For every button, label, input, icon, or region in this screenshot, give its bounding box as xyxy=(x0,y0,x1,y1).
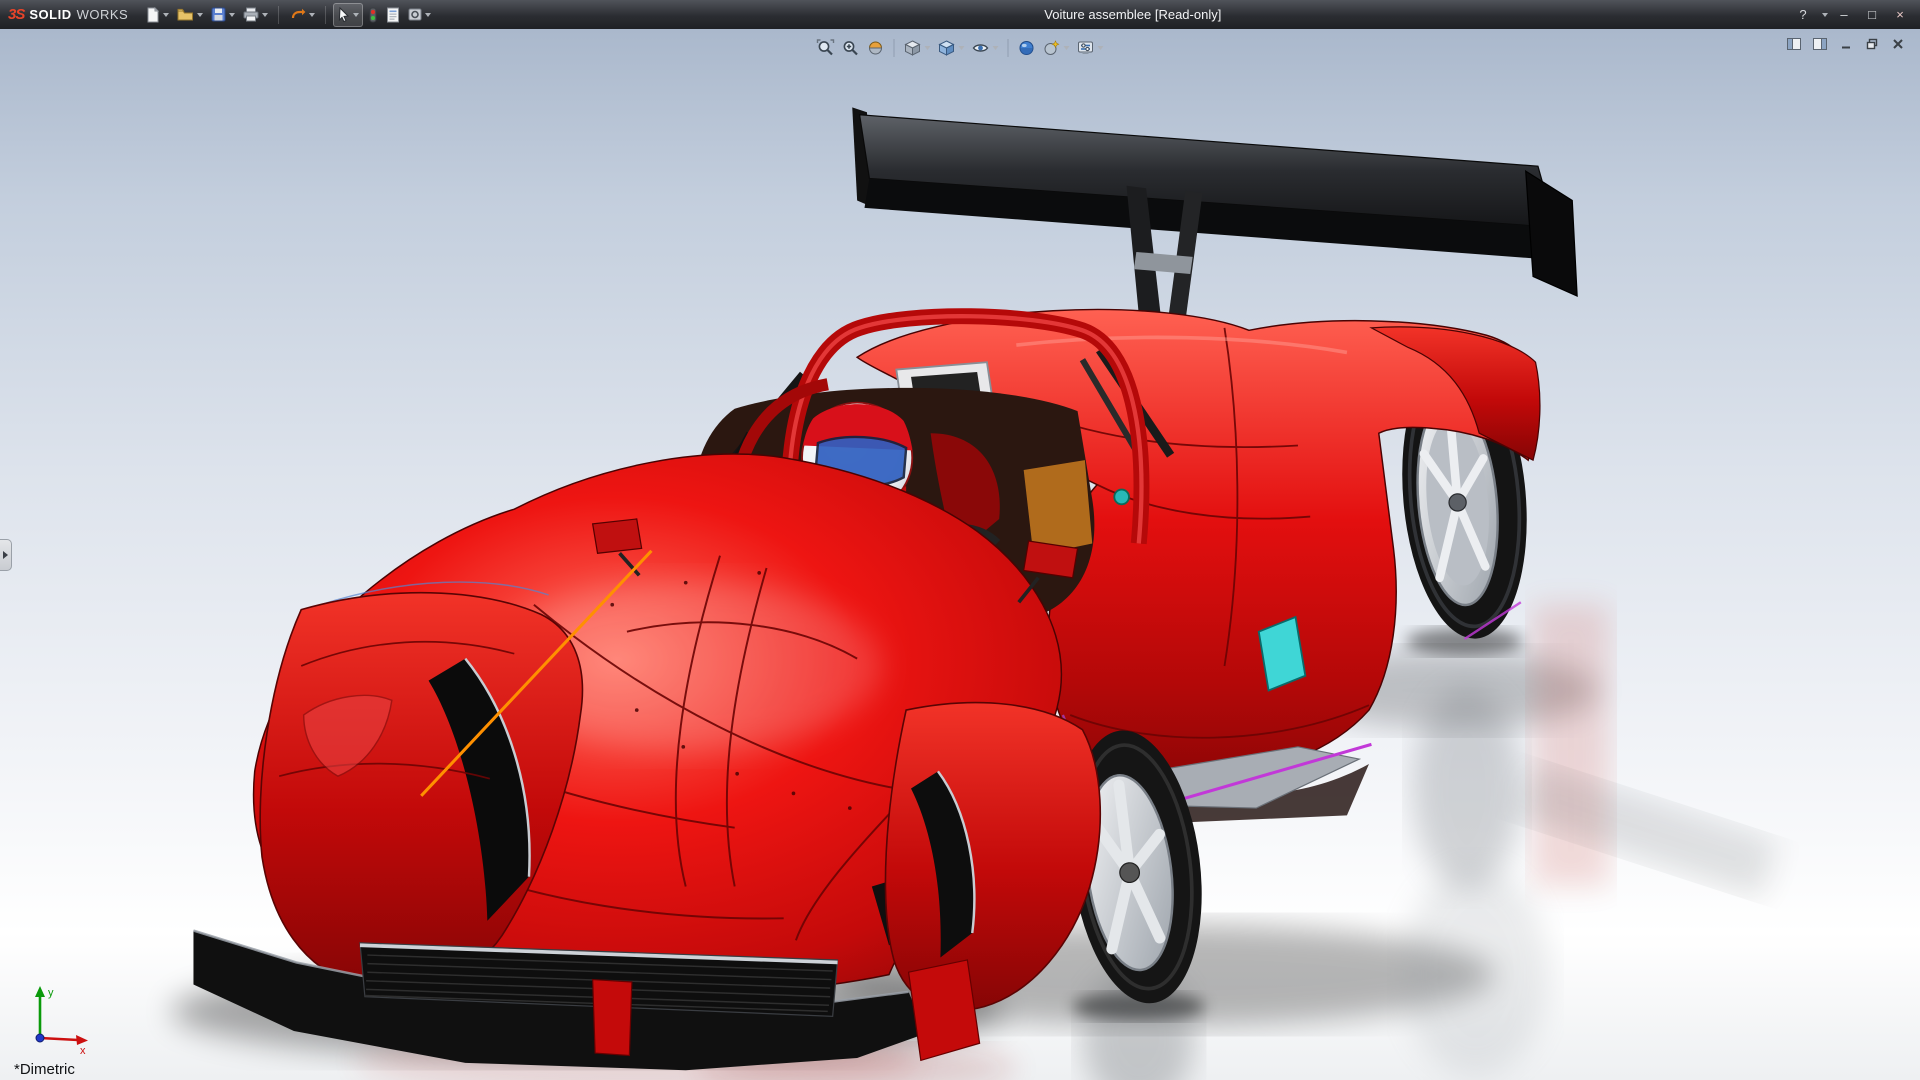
caret-icon[interactable] xyxy=(353,13,359,17)
undo-icon[interactable] xyxy=(286,3,318,27)
caret-icon[interactable] xyxy=(925,46,931,50)
window-title: Voiture assemblee [Read-only] xyxy=(1044,7,1221,22)
hide-show-items-icon[interactable] xyxy=(970,36,1001,60)
view-orientation-icon[interactable] xyxy=(902,36,933,60)
display-style-icon[interactable] xyxy=(936,36,967,60)
select-icon[interactable] xyxy=(333,3,363,27)
triad-x-label: x xyxy=(80,1045,86,1057)
toggle-left-pane-icon[interactable] xyxy=(1784,35,1804,53)
maximize-button[interactable]: □ xyxy=(1860,5,1884,25)
toolbar-separator xyxy=(1008,39,1009,57)
minimize-button[interactable]: – xyxy=(1832,5,1856,25)
help-button[interactable]: ? xyxy=(1791,5,1815,25)
splitter-post xyxy=(593,980,632,1056)
toolbar-separator xyxy=(278,6,279,24)
toolbar-separator xyxy=(325,6,326,24)
triad-y-label: y xyxy=(48,987,54,999)
headsup-view-toolbar xyxy=(809,34,1112,62)
close-button[interactable]: × xyxy=(1888,5,1912,25)
apply-scene-icon[interactable] xyxy=(1041,36,1072,60)
reference-triad: y x xyxy=(18,980,104,1058)
document-window-controls xyxy=(1784,35,1908,53)
brand-name-works: WORKS xyxy=(77,7,129,22)
edit-appearance-icon[interactable] xyxy=(1016,36,1038,60)
expand-arrow-icon xyxy=(3,551,8,559)
window-controls: ? – □ × xyxy=(1791,5,1912,25)
brand-name-solid: SOLID xyxy=(29,7,71,22)
close-document-icon[interactable] xyxy=(1888,35,1908,53)
brand-mark: 3S xyxy=(8,6,24,23)
help-caret-icon[interactable] xyxy=(1822,13,1828,17)
caret-icon[interactable] xyxy=(309,13,315,17)
caret-icon[interactable] xyxy=(959,46,965,50)
options-icon[interactable] xyxy=(405,3,434,27)
toggle-right-pane-icon[interactable] xyxy=(1810,35,1830,53)
caret-icon[interactable] xyxy=(163,13,169,17)
caret-icon[interactable] xyxy=(1098,46,1104,50)
feature-manager-flyout-tab[interactable] xyxy=(0,539,12,571)
caret-icon[interactable] xyxy=(197,13,203,17)
graphics-area[interactable]: y x *Dimetric xyxy=(0,29,1920,1080)
zoom-to-area-icon[interactable] xyxy=(840,36,862,60)
solidworks-window: 3S SOLID WORKS xyxy=(0,0,1920,1080)
minimize-document-icon[interactable] xyxy=(1836,35,1856,53)
splitter-endplate xyxy=(909,960,980,1060)
zoom-to-fit-icon[interactable] xyxy=(815,36,837,60)
section-view-icon[interactable] xyxy=(865,36,887,60)
print-icon[interactable] xyxy=(240,3,271,27)
open-icon[interactable] xyxy=(174,3,206,27)
caret-icon[interactable] xyxy=(262,13,268,17)
toolbar-separator xyxy=(894,39,895,57)
file-properties-icon[interactable] xyxy=(383,3,403,27)
restore-document-icon[interactable] xyxy=(1862,35,1882,53)
titlebar: 3S SOLID WORKS xyxy=(0,0,1920,29)
car-model[interactable] xyxy=(0,29,1920,1080)
standard-toolbar xyxy=(142,3,434,27)
caret-icon[interactable] xyxy=(229,13,235,17)
rebuild-icon[interactable] xyxy=(365,3,381,27)
view-orientation-label: *Dimetric xyxy=(14,1061,75,1078)
solidworks-logo: 3S SOLID WORKS xyxy=(8,6,128,23)
save-icon[interactable] xyxy=(208,3,238,27)
new-document-icon[interactable] xyxy=(142,3,172,27)
view-settings-icon[interactable] xyxy=(1075,36,1106,60)
rear-wing xyxy=(852,107,1577,340)
caret-icon[interactable] xyxy=(425,13,431,17)
caret-icon[interactable] xyxy=(993,46,999,50)
caret-icon[interactable] xyxy=(1064,46,1070,50)
